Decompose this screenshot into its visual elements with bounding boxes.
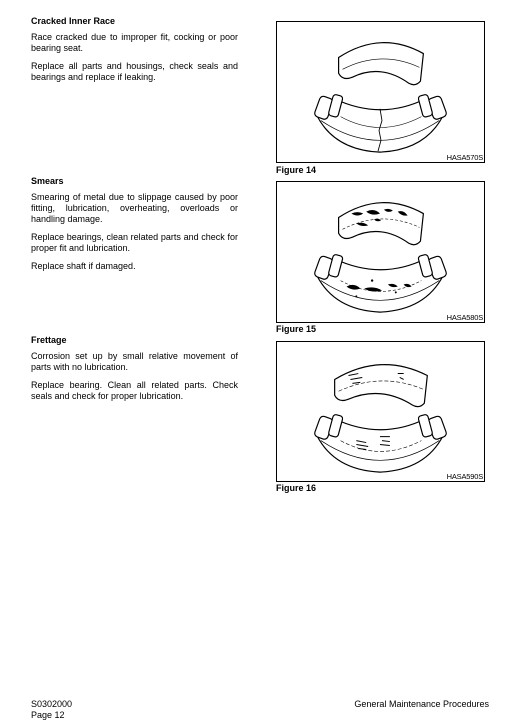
section-smears: Smears Smearing of metal due to slippage… (31, 176, 238, 279)
footer-title: General Maintenance Procedures (354, 699, 489, 709)
figure-16-frame: HASA590S (276, 341, 485, 482)
section-paragraph: Replace shaft if damaged. (31, 261, 136, 271)
section-frettage: Frettage Corrosion set up by small relat… (31, 335, 238, 409)
section-paragraph: Race cracked due to improper fit, cockin… (31, 32, 238, 53)
section-paragraph: Replace bearing. Clean all related parts… (31, 380, 238, 401)
section-paragraph: Smearing of metal due to slippage caused… (31, 192, 238, 224)
section-heading: Frettage (31, 335, 67, 345)
figure-14-frame: HASA570S (276, 21, 485, 163)
figure-15-frame: HASA580S (276, 181, 485, 323)
page-number: Page 12 (31, 710, 65, 720)
footer-left: S0302000 Page 12 (31, 699, 72, 721)
document-code: S0302000 (31, 699, 73, 709)
figure-code: HASA580S (446, 313, 484, 322)
figure-caption: Figure 15 (276, 324, 317, 334)
section-paragraph: Replace bearings, clean related parts an… (31, 232, 238, 253)
figure-code: HASA590S (446, 472, 484, 481)
bearing-frettage-illustration (314, 364, 447, 473)
section-cracked-inner-race: Cracked Inner Race Race cracked due to i… (31, 16, 238, 90)
figure-code: HASA570S (446, 153, 484, 162)
bearing-smears-illustration (314, 202, 447, 313)
section-heading: Smears (31, 176, 64, 186)
section-paragraph: Replace all parts and housings, check se… (31, 61, 238, 82)
figure-caption: Figure 16 (276, 483, 317, 493)
figure-caption: Figure 14 (276, 165, 317, 175)
bearing-cracked-illustration (314, 42, 447, 153)
section-paragraph: Corrosion set up by small relative movem… (31, 351, 238, 372)
section-heading: Cracked Inner Race (31, 16, 116, 26)
